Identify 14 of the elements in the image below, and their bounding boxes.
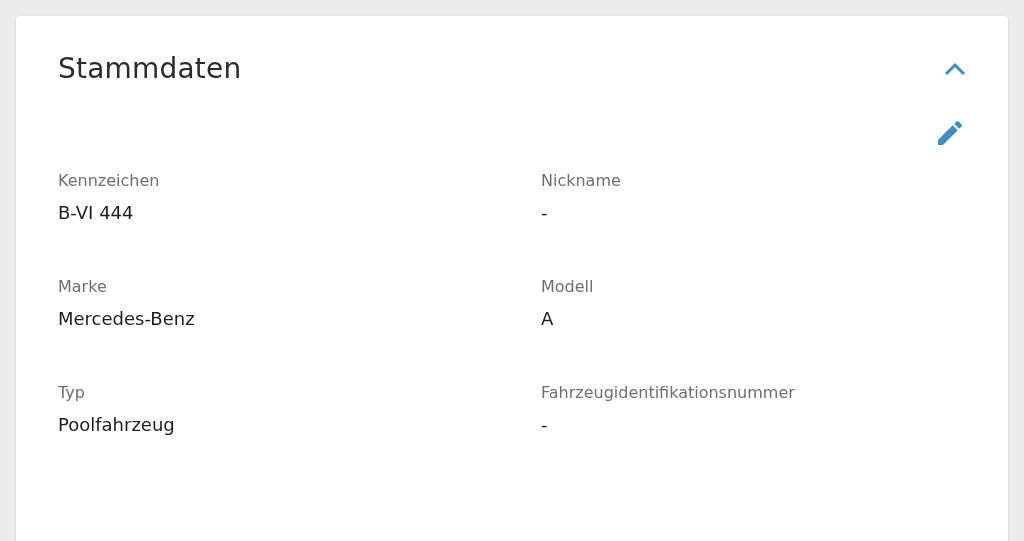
field-value: - — [541, 202, 549, 223]
field-label: Typ — [58, 383, 86, 402]
field-label: Nickname — [541, 171, 622, 190]
field-value: Poolfahrzeug — [58, 414, 176, 435]
section-title: Stammdaten — [58, 52, 242, 85]
field-label: Marke — [58, 277, 108, 296]
field-value: B-VI 444 — [58, 202, 135, 223]
field-label: Fahrzeugidentifikationsnummer — [541, 383, 796, 402]
field-value: A — [541, 308, 555, 329]
field-label: Modell — [541, 277, 595, 296]
chevron-icon[interactable] — [944, 61, 966, 76]
field-value: - — [541, 414, 549, 435]
field-value: Mercedes-Benz — [58, 308, 196, 329]
field-label: Kennzeichen — [58, 171, 161, 190]
